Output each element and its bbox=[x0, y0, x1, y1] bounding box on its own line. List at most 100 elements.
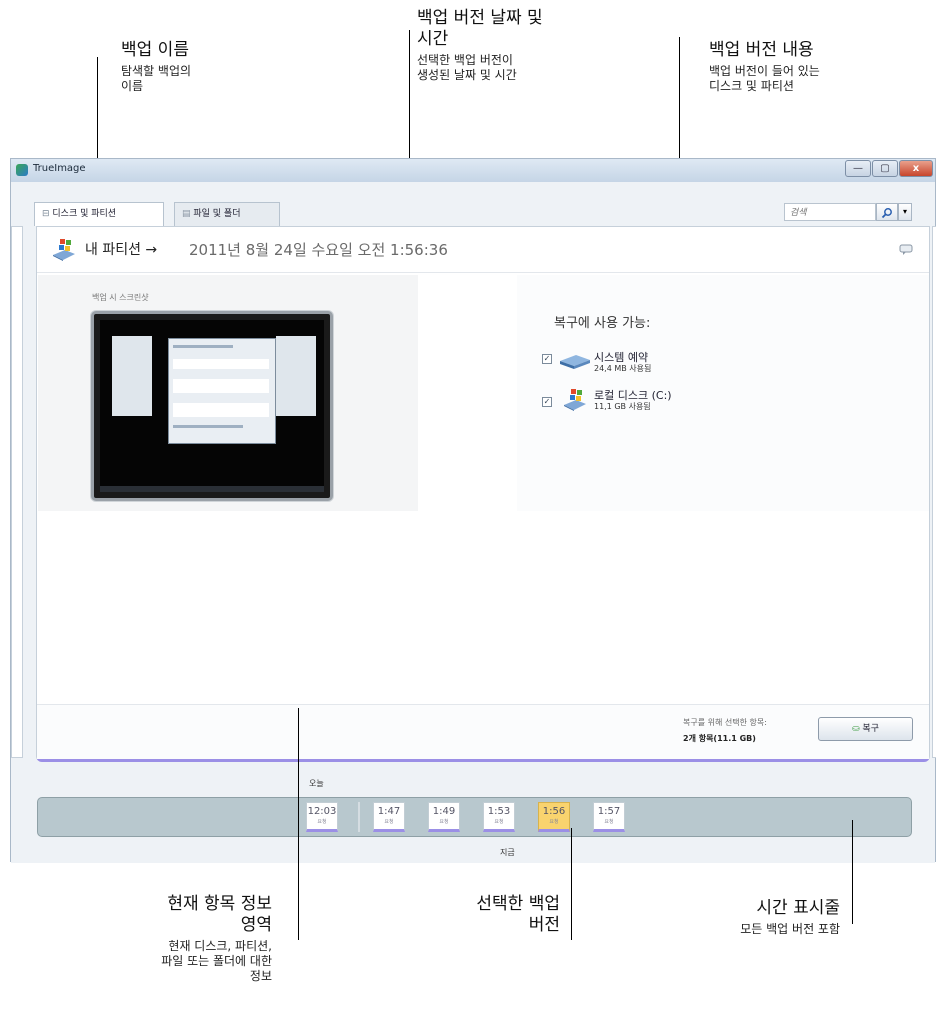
callout-desc: 모든 백업 버전 포함 bbox=[740, 922, 840, 936]
screenshot-line bbox=[173, 359, 269, 369]
callout-title: 선택한 백업 bbox=[476, 894, 560, 914]
entry-time: 1:53 bbox=[487, 806, 511, 817]
recovery-footer: 복구를 위해 선택한 항목: 2개 항목(11.1 GB) ⛀ 복구 bbox=[37, 704, 929, 759]
tab-label: 파일 및 폴더 bbox=[193, 209, 241, 219]
callout-selected-version: 선택한 백업 버전 bbox=[440, 894, 560, 936]
today-label: 오늘 bbox=[309, 779, 324, 788]
tab-files-folders[interactable]: ▤ 파일 및 폴더 bbox=[174, 202, 280, 226]
tab-disks-partitions[interactable]: ⊟ 디스크 및 파티션 bbox=[34, 202, 164, 226]
item-checkbox[interactable]: ✓ bbox=[542, 397, 552, 407]
selected-items-label: 복구를 위해 선택한 항목: bbox=[683, 718, 767, 727]
item-size: 11,1 GB 사용됨 bbox=[594, 402, 651, 411]
screenshot-line bbox=[173, 345, 233, 348]
callout-current-info: 현재 항목 정보 영역 현재 디스크, 파티션, 파일 또는 폴더에 대한 정보 bbox=[80, 894, 272, 984]
callout-title: 백업 버전 날짜 및 bbox=[417, 8, 543, 28]
screenshot-label: 백업 시 스크린샷 bbox=[92, 293, 149, 302]
callout-desc: 선택한 백업 버전이 bbox=[417, 53, 513, 67]
screenshot-window bbox=[112, 336, 152, 416]
backup-contents: 복구에 사용 가능: ✓ 시스템 예약 24,4 MB 사용됨 ✓ 로컬 디스크… bbox=[517, 275, 929, 511]
recover-label: 복구 bbox=[862, 724, 879, 734]
screenshot-taskbar bbox=[100, 486, 324, 492]
callout-title: 현재 항목 정보 bbox=[167, 894, 272, 914]
entry-sub: 요청 bbox=[317, 819, 327, 825]
tab-label: 디스크 및 파티션 bbox=[52, 209, 117, 219]
partition-header: 내 파티션 → 2011년 8월 24일 수요일 오전 1:56:36 bbox=[37, 227, 929, 273]
timeline-entry[interactable]: 1:57 요청 bbox=[593, 802, 625, 832]
minimize-button[interactable]: — bbox=[845, 160, 871, 177]
recover-button[interactable]: ⛀ 복구 bbox=[818, 717, 913, 741]
screenshot-area: 백업 시 스크린샷 bbox=[38, 275, 418, 511]
callout-desc: 파일 또는 폴더에 대한 bbox=[161, 954, 272, 968]
screenshot-line bbox=[173, 379, 269, 393]
backup-screenshot[interactable] bbox=[91, 311, 333, 501]
screenshot-line bbox=[173, 403, 269, 417]
callout-title: 시간 bbox=[417, 29, 449, 49]
item-checkbox[interactable]: ✓ bbox=[542, 354, 552, 364]
leader-line bbox=[571, 828, 572, 940]
backup-name: 내 파티션 → bbox=[85, 242, 158, 258]
windows-drive-icon bbox=[564, 389, 586, 411]
timeline-bar[interactable]: 12:03 요청 1:47 요청 1:49 요청 1:53 요청 1:56 요청… bbox=[37, 797, 912, 837]
entry-time: 1:56 bbox=[542, 806, 566, 817]
folder-icon: ▤ bbox=[182, 209, 194, 219]
callout-desc: 현재 디스크, 파티션, bbox=[168, 939, 272, 953]
timeline-entry-selected[interactable]: 1:56 요청 bbox=[538, 802, 570, 832]
available-title: 복구에 사용 가능: bbox=[554, 316, 651, 331]
day-separator bbox=[358, 802, 360, 832]
callout-desc: 디스크 및 파티션 bbox=[709, 79, 794, 93]
windows-drive-icon bbox=[53, 239, 75, 261]
now-label: 지금 bbox=[500, 848, 515, 857]
leader-line bbox=[298, 708, 299, 940]
callout-desc: 이름 bbox=[121, 79, 144, 93]
leader-line bbox=[852, 820, 853, 924]
callout-desc: 생성된 날짜 및 시간 bbox=[417, 68, 517, 82]
entry-time: 12:03 bbox=[307, 806, 337, 817]
search-icon bbox=[881, 208, 892, 219]
drive-icon bbox=[560, 355, 590, 369]
callout-title: 시간 표시줄 bbox=[756, 898, 840, 918]
item-size: 24,4 MB 사용됨 bbox=[594, 364, 652, 373]
app-window: TrueImage — ▢ x ⊟ 디스크 및 파티션 ▤ 파일 및 폴더 ▾ bbox=[10, 158, 936, 863]
search-input[interactable] bbox=[784, 203, 876, 221]
screenshot-dialog bbox=[168, 338, 276, 444]
app-icon bbox=[16, 164, 28, 176]
window-title: TrueImage bbox=[33, 163, 86, 174]
search-button[interactable] bbox=[876, 203, 898, 221]
callout-timeline: 시간 표시줄 모든 백업 버전 포함 bbox=[660, 898, 840, 937]
entry-sub: 요청 bbox=[549, 819, 559, 825]
search-dropdown-button[interactable]: ▾ bbox=[898, 203, 912, 221]
maximize-button[interactable]: ▢ bbox=[872, 160, 898, 177]
entry-sub: 요청 bbox=[604, 819, 614, 825]
disk-icon: ⊟ bbox=[42, 209, 53, 219]
timeline-area: 오늘 12:03 요청 1:47 요청 1:49 요청 1:53 요청 1:56… bbox=[11, 763, 935, 863]
entry-time: 1:57 bbox=[597, 806, 621, 817]
entry-sub: 요청 bbox=[384, 819, 394, 825]
callout-title: 영역 bbox=[240, 915, 272, 935]
timeline-entry[interactable]: 1:53 요청 bbox=[483, 802, 515, 832]
timeline-entry[interactable]: 1:47 요청 bbox=[373, 802, 405, 832]
entry-sub: 요청 bbox=[439, 819, 449, 825]
callout-backup-contents: 백업 버전 내용 백업 버전이 들어 있는 디스크 및 파티션 bbox=[709, 40, 820, 94]
current-item-info-area: 내 파티션 → 2011년 8월 24일 수요일 오전 1:56:36 백업 시… bbox=[36, 226, 930, 762]
comment-icon[interactable] bbox=[899, 244, 913, 256]
callout-desc: 탐색할 백업의 bbox=[121, 64, 192, 78]
callout-backup-date: 백업 버전 날짜 및 시간 선택한 백업 버전이 생성된 날짜 및 시간 bbox=[417, 8, 543, 83]
screenshot-line bbox=[173, 425, 243, 428]
callout-backup-name: 백업 이름 탐색할 백업의 이름 bbox=[121, 40, 191, 94]
callout-title: 백업 이름 bbox=[121, 40, 189, 60]
entry-sub: 요청 bbox=[494, 819, 504, 825]
title-bar[interactable]: TrueImage — ▢ x bbox=[11, 159, 935, 182]
callout-title: 백업 버전 내용 bbox=[709, 40, 814, 60]
timeline-entry[interactable]: 1:49 요청 bbox=[428, 802, 460, 832]
right-panel-edge bbox=[932, 226, 936, 758]
backup-date: 2011년 8월 24일 수요일 오전 1:56:36 bbox=[189, 241, 448, 259]
screenshot-desktop bbox=[100, 320, 324, 492]
timeline-entry[interactable]: 12:03 요청 bbox=[306, 802, 338, 832]
entry-time: 1:49 bbox=[432, 806, 456, 817]
screenshot-window bbox=[276, 336, 316, 416]
entry-time: 1:47 bbox=[377, 806, 401, 817]
close-button[interactable]: x bbox=[899, 160, 933, 177]
callout-desc: 정보 bbox=[249, 969, 272, 983]
callout-desc: 백업 버전이 들어 있는 bbox=[709, 64, 820, 78]
callout-title: 버전 bbox=[528, 915, 560, 935]
